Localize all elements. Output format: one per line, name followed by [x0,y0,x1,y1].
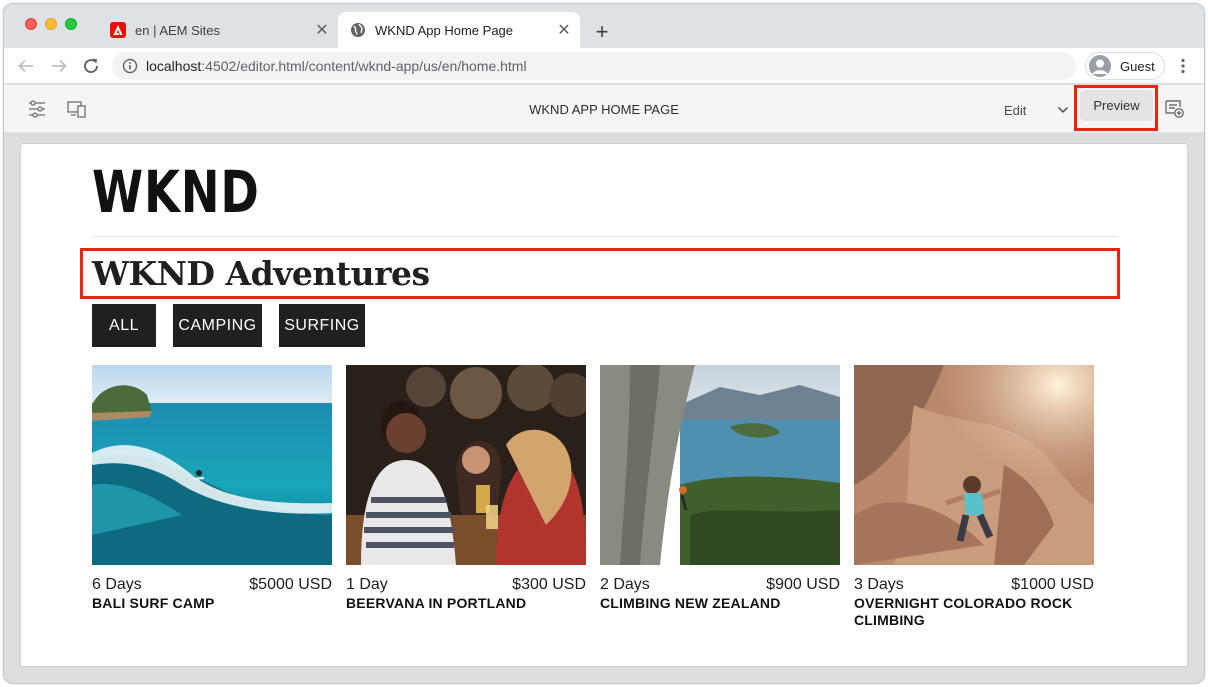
adventure-title[interactable]: OVERNIGHT COLORADO ROCK CLIMBING [854,595,1094,629]
adventure-price: $1000 USD [1011,576,1094,593]
adventure-duration: 3 Days [854,576,904,593]
adobe-icon [110,22,126,38]
globe-icon [351,23,365,37]
url-host: localhost [146,58,202,74]
back-arrow-icon[interactable] [14,54,38,78]
profile-button[interactable]: Guest [1085,52,1165,80]
header-divider [92,236,1117,237]
site-info-icon[interactable] [122,58,138,74]
highlight-box-heading [80,248,1120,299]
close-tab-icon[interactable]: ✕ [552,20,576,40]
adventure-title[interactable]: BALI SURF CAMP [92,595,332,612]
adventure-card[interactable]: 2 Days $900 USD CLIMBING NEW ZEALAND [600,365,840,629]
tab-title: en | AEM Sites [135,22,221,38]
filter-camping-button[interactable]: CAMPING [173,304,262,347]
address-bar[interactable]: localhost:4502/editor.html/content/wknd-… [112,52,1076,80]
adventure-image-beer[interactable] [346,365,586,565]
wknd-logo: WKND [92,158,260,226]
url-path: :4502/editor.html/content/wknd-app/us/en… [201,58,527,74]
page-canvas: WKND WKND Adventures ALL CAMPING SURFING [20,143,1188,667]
adventure-title[interactable]: CLIMBING NEW ZEALAND [600,595,840,612]
adventure-price: $5000 USD [249,576,332,593]
annotations-icon[interactable] [1163,97,1187,121]
adventure-duration: 1 Day [346,576,388,593]
tab-aem-sites[interactable]: en | AEM Sites ✕ [100,12,338,48]
tab-wknd-home[interactable]: WKND App Home Page ✕ [338,12,580,48]
adventure-card[interactable]: 1 Day $300 USD BEERVANA IN PORTLAND [346,365,586,629]
filter-surfing-button[interactable]: SURFING [279,304,365,347]
close-window-button[interactable] [25,18,37,30]
close-tab-icon[interactable]: ✕ [310,20,334,40]
profile-label: Guest [1120,58,1155,74]
maximize-window-button[interactable] [65,18,77,30]
filter-bar: ALL CAMPING SURFING [92,304,365,347]
adventure-card[interactable]: 3 Days $1000 USD OVERNIGHT COLORADO ROCK… [854,365,1094,629]
reload-icon[interactable] [79,54,103,78]
adventure-image-climbing-nz[interactable] [600,365,840,565]
adventure-duration: 2 Days [600,576,650,593]
adventure-card[interactable]: 6 Days $5000 USD BALI SURF CAMP [92,365,332,629]
filter-all-button[interactable]: ALL [92,304,156,347]
highlight-box-preview [1074,85,1158,131]
adventure-price: $300 USD [512,576,586,593]
chevron-down-icon [1057,106,1069,114]
browser-window: en | AEM Sites ✕ WKND App Home Page ✕ + [3,3,1205,684]
aem-editor-toolbar: WKND APP HOME PAGE Edit Preview [4,85,1204,133]
mode-label: Edit [1004,102,1027,118]
adventure-image-rock-climbing[interactable] [854,365,1094,565]
adventure-duration: 6 Days [92,576,142,593]
adventure-price: $900 USD [766,576,840,593]
minimize-window-button[interactable] [45,18,57,30]
forward-arrow-icon[interactable] [47,54,71,78]
adventure-title[interactable]: BEERVANA IN PORTLAND [346,595,586,612]
new-tab-button[interactable]: + [588,18,616,46]
tab-strip: en | AEM Sites ✕ WKND App Home Page ✕ + [4,4,1204,48]
browser-toolbar: localhost:4502/editor.html/content/wknd-… [4,48,1204,84]
tab-title: WKND App Home Page [375,22,514,38]
avatar-icon [1089,55,1111,77]
adventure-image-surf[interactable] [92,365,332,565]
more-menu-icon[interactable] [1174,54,1192,78]
mode-selector[interactable]: Edit [1004,98,1070,122]
adventure-list: 6 Days $5000 USD BALI SURF CAMP 1 Day $3… [92,365,1094,629]
